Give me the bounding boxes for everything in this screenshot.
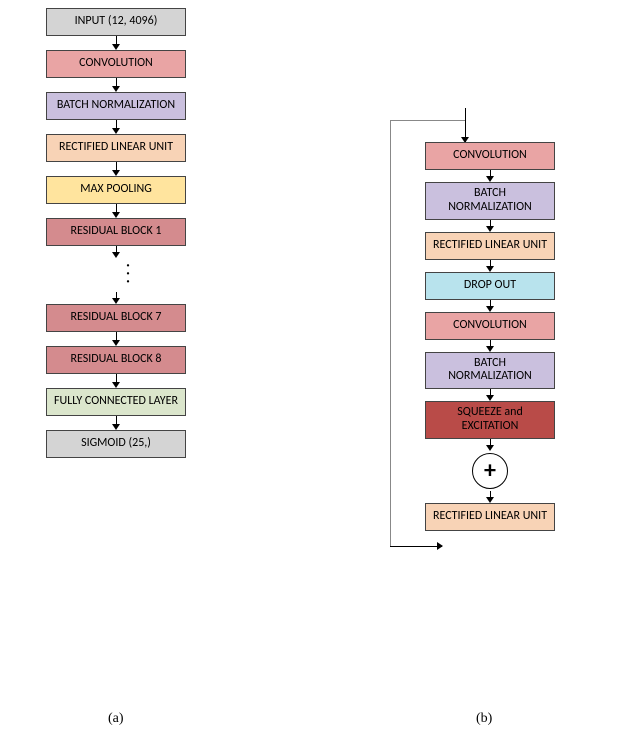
add-node-icon: + (472, 453, 508, 489)
caption-a: (a) (108, 711, 124, 727)
block-convolution: CONVOLUTION (425, 142, 555, 170)
block-relu: RECTIFIED LINEAR UNIT (425, 503, 555, 531)
block-convolution: CONVOLUTION (46, 50, 186, 78)
column-b: CONVOLUTION BATCH NORMALIZATION RECTIFIE… (400, 108, 580, 531)
block-max-pooling: MAX POOLING (46, 176, 186, 204)
vertical-ellipsis-icon: ··· (126, 258, 130, 292)
skip-line-vertical (390, 120, 391, 546)
block-residual-7: RESIDUAL BLOCK 7 (46, 304, 186, 332)
block-squeeze-excitation: SQUEEZE and EXCITATION (425, 401, 555, 439)
diagram-canvas: INPUT (12, 4096) CONVOLUTION BATCH NORMA… (0, 0, 640, 729)
block-residual-8: RESIDUAL BLOCK 8 (46, 346, 186, 374)
block-relu: RECTIFIED LINEAR UNIT (46, 134, 186, 162)
skip-arrow-icon (390, 546, 442, 547)
block-dropout: DROP OUT (425, 272, 555, 300)
block-input: INPUT (12, 4096) (46, 8, 186, 36)
block-convolution: CONVOLUTION (425, 312, 555, 340)
block-relu: RECTIFIED LINEAR UNIT (425, 232, 555, 260)
block-batch-norm: BATCH NORMALIZATION (46, 92, 186, 120)
block-batch-norm: BATCH NORMALIZATION (425, 352, 555, 390)
block-residual-1: RESIDUAL BLOCK 1 (46, 218, 186, 246)
caption-b: (b) (476, 711, 492, 727)
block-sigmoid: SIGMOID (25,) (46, 430, 186, 458)
block-batch-norm: BATCH NORMALIZATION (425, 182, 555, 220)
block-fully-connected: FULLY CONNECTED LAYER (46, 388, 186, 416)
column-a: INPUT (12, 4096) CONVOLUTION BATCH NORMA… (26, 8, 206, 458)
